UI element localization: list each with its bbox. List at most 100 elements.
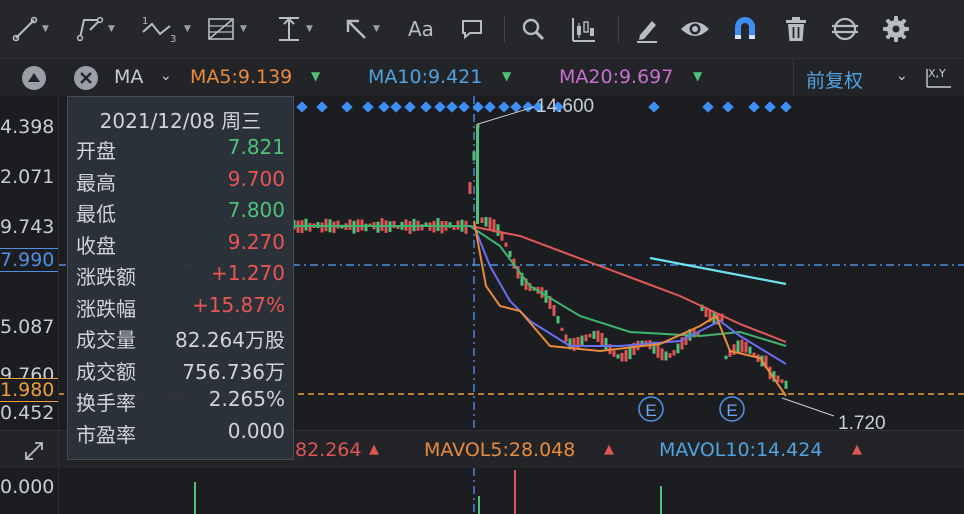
tooltip-key: 成交额	[76, 359, 136, 384]
close-indicator-button[interactable]	[74, 66, 98, 90]
tooltip-value: 756.736万	[182, 359, 285, 384]
arrow-icon	[346, 19, 366, 39]
low-label: 1.720	[838, 413, 886, 430]
tooltip-value: 9.700	[227, 166, 285, 191]
ma5-value: MA5:9.139	[190, 66, 293, 88]
event-diamond[interactable]	[498, 101, 510, 113]
settings-button[interactable]	[882, 12, 910, 46]
candle	[664, 351, 668, 361]
candle	[552, 304, 556, 316]
measure-tool-button[interactable]: ▼	[276, 12, 313, 46]
price-axis-label: 9.743	[0, 216, 55, 238]
polyline-tool-button[interactable]: ▼	[76, 12, 115, 46]
event-marker-2[interactable]: E	[719, 396, 745, 422]
event-diamond[interactable]	[702, 101, 714, 113]
event-diamond[interactable]	[362, 101, 374, 113]
mavol10-value: MAVOL10:14.424	[659, 439, 823, 461]
candle	[740, 339, 744, 353]
wave-tool-button[interactable]: 13 ▼	[140, 12, 191, 46]
candle-icon	[572, 18, 595, 42]
candle	[336, 220, 340, 229]
event-diamond[interactable]	[341, 101, 353, 113]
event-diamond[interactable]	[748, 101, 760, 113]
magnet-button[interactable]	[731, 12, 759, 46]
adjust-select[interactable]: 前复权	[806, 66, 863, 93]
candle	[488, 217, 492, 230]
candle	[676, 343, 680, 354]
event-diamond[interactable]	[780, 101, 792, 113]
candle	[464, 220, 468, 234]
price-axis-label: 5.087	[0, 316, 55, 338]
event-diamond[interactable]	[648, 101, 660, 113]
delete-button[interactable]	[784, 12, 808, 46]
event-diamond[interactable]	[390, 101, 402, 113]
line-tool-button[interactable]: ▼	[12, 12, 49, 46]
event-diamond[interactable]	[484, 101, 496, 113]
tooltip-row: 涨跌幅 +15.87%	[76, 293, 285, 324]
candle-button[interactable]	[570, 12, 598, 46]
axis-icon	[926, 69, 951, 88]
xy-axis-button[interactable]: X,Y	[926, 67, 952, 89]
pen-button[interactable]	[634, 12, 660, 46]
candle	[468, 182, 472, 194]
chevron-down-icon[interactable]: ⌄	[160, 68, 172, 84]
candle-tooltip: 2021/12/08 周三 开盘 7.821 最高 9.700 最低 7.800 收盘 9.2…	[67, 96, 294, 460]
candle	[408, 221, 412, 234]
event-diamond[interactable]	[434, 101, 446, 113]
event-diamond[interactable]	[764, 101, 776, 113]
tooltip-value: +15.87%	[191, 292, 285, 317]
event-diamond[interactable]	[722, 101, 734, 113]
tooltip-value: 7.821	[227, 135, 285, 159]
event-diamond[interactable]	[420, 101, 432, 113]
candle	[504, 242, 508, 247]
indicator-bar: MA ⌄ MA5:9.139 ▼ MA10:9.421 ▼ MA20:9.697…	[0, 58, 964, 97]
candle	[668, 353, 672, 358]
text-tool-button[interactable]: Aa	[408, 12, 434, 46]
tooltip-row: 市盈率 0.000	[76, 419, 285, 450]
line-tool-icon	[12, 16, 38, 42]
event-diamond[interactable]	[458, 101, 470, 113]
fib-tool-button[interactable]: ▼	[206, 12, 247, 46]
gear-icon	[883, 16, 909, 42]
wave-icon: 13	[142, 16, 176, 44]
chevron-down-icon[interactable]: ⌄	[896, 68, 908, 84]
search-button[interactable]	[520, 12, 546, 46]
candle	[348, 219, 352, 230]
price-axis-label: 0.452	[0, 402, 55, 424]
indicator-select[interactable]: MA	[114, 66, 143, 88]
candle	[588, 333, 592, 338]
tooltip-row: 换手率 2.265%	[76, 387, 285, 418]
candle	[320, 222, 324, 233]
collapse-button[interactable]	[22, 66, 46, 90]
event-diamond[interactable]	[522, 101, 534, 113]
sync-button[interactable]	[830, 12, 860, 46]
candle	[352, 220, 356, 234]
event-diamond[interactable]	[446, 101, 458, 113]
pen-icon	[637, 21, 657, 43]
volume-chart[interactable]: 0.000	[0, 468, 964, 514]
tooltip-key: 开盘	[76, 139, 116, 163]
expand-icon[interactable]	[22, 439, 46, 463]
chevron-down-icon: ▼	[306, 24, 313, 34]
tooltip-row: 涨跌额 +1.270	[76, 261, 285, 292]
svg-text:3: 3	[170, 34, 176, 44]
candle	[560, 327, 564, 331]
candles	[292, 123, 788, 389]
candle	[624, 349, 628, 362]
event-diamond[interactable]	[316, 101, 328, 113]
tooltip-row: 最高 9.700	[76, 167, 285, 198]
comment-tool-button[interactable]	[459, 12, 485, 46]
eye-icon	[681, 22, 709, 36]
candle	[304, 218, 308, 231]
chevron-down-icon: ▼	[108, 24, 115, 34]
volume-axis-label: 0.000	[0, 476, 55, 498]
trash-icon	[786, 17, 806, 41]
arrow-tool-button[interactable]: ▼	[343, 12, 380, 46]
event-diamond[interactable]	[404, 101, 416, 113]
volume-bar	[660, 486, 662, 514]
event-marker-1[interactable]: E	[638, 396, 664, 422]
visibility-button[interactable]	[679, 12, 711, 46]
event-diamond[interactable]	[378, 101, 390, 113]
event-diamond[interactable]	[296, 101, 308, 113]
candle	[784, 380, 788, 389]
